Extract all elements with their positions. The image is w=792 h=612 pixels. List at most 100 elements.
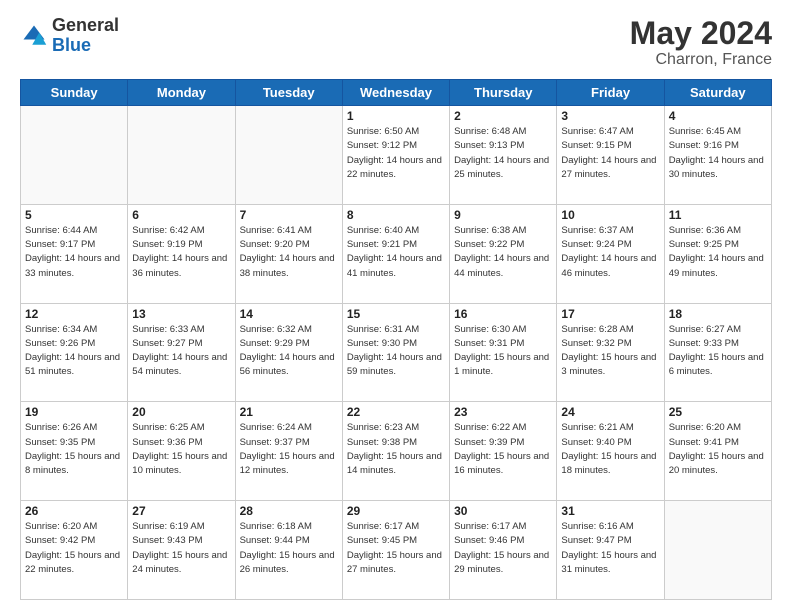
cell-w1-d5: 2 Sunrise: 6:48 AMSunset: 9:13 PMDaylight… [450, 106, 557, 205]
day-info-14: Sunrise: 6:32 AMSunset: 9:29 PMDaylight:… [240, 323, 338, 380]
cell-w2-d2: 6 Sunrise: 6:42 AMSunset: 9:19 PMDaylight… [128, 204, 235, 303]
cell-w3-d7: 18Sunrise: 6:27 AMSunset: 9:33 PMDayligh… [664, 303, 771, 402]
day-number-20: 20 [132, 405, 230, 419]
day-info-24: Sunrise: 6:21 AMSunset: 9:40 PMDaylight:… [561, 421, 659, 478]
day-number-30: 30 [454, 504, 552, 518]
cell-w4-d4: 22Sunrise: 6:23 AMSunset: 9:38 PMDayligh… [342, 402, 449, 501]
cell-w3-d1: 12 Sunrise: 6:34 AMSunset: 9:26 PMDayligh… [21, 303, 128, 402]
day-number-14: 14 [240, 307, 338, 321]
cell-w4-d7: 25 Sunrise: 6:20 AMSunset: 9:41 PMDayligh… [664, 402, 771, 501]
day-info-16: Sunrise: 6:30 AMSunset: 9:31 PMDaylight:… [454, 323, 552, 380]
week-row-1: 1 Sunrise: 6:50 AMSunset: 9:12 PMDaylight… [21, 106, 772, 205]
cell-w1-d6: 3Sunrise: 6:47 AMSunset: 9:15 PMDaylight… [557, 106, 664, 205]
logo-blue-text: Blue [52, 36, 119, 56]
week-row-4: 19 Sunrise: 6:26 AMSunset: 9:35 PMDayligh… [21, 402, 772, 501]
day-info-28: Sunrise: 6:18 AMSunset: 9:44 PMDaylight:… [240, 520, 338, 577]
day-info-11: Sunrise: 6:36 AMSunset: 9:25 PMDaylight:… [669, 224, 767, 281]
week-row-3: 12 Sunrise: 6:34 AMSunset: 9:26 PMDayligh… [21, 303, 772, 402]
cell-w2-d7: 11 Sunrise: 6:36 AMSunset: 9:25 PMDayligh… [664, 204, 771, 303]
day-number-10: 10 [561, 208, 659, 222]
day-number-25: 25 [669, 405, 767, 419]
cell-w3-d6: 17Sunrise: 6:28 AMSunset: 9:32 PMDayligh… [557, 303, 664, 402]
day-number-4: 4 [669, 109, 767, 123]
cell-w5-d3: 28 Sunrise: 6:18 AMSunset: 9:44 PMDayligh… [235, 501, 342, 600]
week-row-2: 5 Sunrise: 6:44 AMSunset: 9:17 PMDaylight… [21, 204, 772, 303]
cell-w3-d3: 14 Sunrise: 6:32 AMSunset: 9:29 PMDayligh… [235, 303, 342, 402]
cell-w4-d5: 23 Sunrise: 6:22 AMSunset: 9:39 PMDayligh… [450, 402, 557, 501]
cell-w1-d2 [128, 106, 235, 205]
day-info-6: Sunrise: 6:42 AMSunset: 9:19 PMDaylight:… [132, 224, 230, 281]
cell-w3-d2: 13 Sunrise: 6:33 AMSunset: 9:27 PMDayligh… [128, 303, 235, 402]
day-info-17: Sunrise: 6:28 AMSunset: 9:32 PMDaylight:… [561, 323, 659, 380]
day-info-4: Sunrise: 6:45 AMSunset: 9:16 PMDaylight:… [669, 125, 767, 182]
page: General Blue May 2024 Charron, France Su… [0, 0, 792, 612]
day-number-5: 5 [25, 208, 123, 222]
day-info-23: Sunrise: 6:22 AMSunset: 9:39 PMDaylight:… [454, 421, 552, 478]
cell-w4-d1: 19 Sunrise: 6:26 AMSunset: 9:35 PMDayligh… [21, 402, 128, 501]
day-number-19: 19 [25, 405, 123, 419]
day-number-12: 12 [25, 307, 123, 321]
col-thursday: Thursday [450, 80, 557, 106]
day-number-22: 22 [347, 405, 445, 419]
col-friday: Friday [557, 80, 664, 106]
day-info-20: Sunrise: 6:25 AMSunset: 9:36 PMDaylight:… [132, 421, 230, 478]
day-number-28: 28 [240, 504, 338, 518]
day-info-25: Sunrise: 6:20 AMSunset: 9:41 PMDaylight:… [669, 421, 767, 478]
day-info-7: Sunrise: 6:41 AMSunset: 9:20 PMDaylight:… [240, 224, 338, 281]
title-month: May 2024 [630, 16, 772, 51]
day-info-31: Sunrise: 6:16 AMSunset: 9:47 PMDaylight:… [561, 520, 659, 577]
day-info-1: Sunrise: 6:50 AMSunset: 9:12 PMDaylight:… [347, 125, 445, 182]
cell-w1-d3 [235, 106, 342, 205]
cell-w5-d5: 30Sunrise: 6:17 AMSunset: 9:46 PMDayligh… [450, 501, 557, 600]
day-number-31: 31 [561, 504, 659, 518]
day-number-7: 7 [240, 208, 338, 222]
cell-w2-d5: 9Sunrise: 6:38 AMSunset: 9:22 PMDaylight… [450, 204, 557, 303]
day-info-2: Sunrise: 6:48 AMSunset: 9:13 PMDaylight:… [454, 125, 552, 182]
day-number-23: 23 [454, 405, 552, 419]
day-info-15: Sunrise: 6:31 AMSunset: 9:30 PMDaylight:… [347, 323, 445, 380]
day-number-27: 27 [132, 504, 230, 518]
logo: General Blue [20, 16, 119, 56]
week-row-5: 26Sunrise: 6:20 AMSunset: 9:42 PMDayligh… [21, 501, 772, 600]
day-number-8: 8 [347, 208, 445, 222]
day-number-1: 1 [347, 109, 445, 123]
day-number-2: 2 [454, 109, 552, 123]
col-sunday: Sunday [21, 80, 128, 106]
day-number-18: 18 [669, 307, 767, 321]
cell-w5-d7 [664, 501, 771, 600]
day-info-5: Sunrise: 6:44 AMSunset: 9:17 PMDaylight:… [25, 224, 123, 281]
day-info-26: Sunrise: 6:20 AMSunset: 9:42 PMDaylight:… [25, 520, 123, 577]
title-location: Charron, France [630, 51, 772, 69]
title-block: May 2024 Charron, France [630, 16, 772, 69]
day-number-6: 6 [132, 208, 230, 222]
day-info-9: Sunrise: 6:38 AMSunset: 9:22 PMDaylight:… [454, 224, 552, 281]
day-number-16: 16 [454, 307, 552, 321]
day-number-29: 29 [347, 504, 445, 518]
day-info-27: Sunrise: 6:19 AMSunset: 9:43 PMDaylight:… [132, 520, 230, 577]
logo-general-text: General [52, 16, 119, 36]
cell-w4-d6: 24Sunrise: 6:21 AMSunset: 9:40 PMDayligh… [557, 402, 664, 501]
day-number-21: 21 [240, 405, 338, 419]
day-info-10: Sunrise: 6:37 AMSunset: 9:24 PMDaylight:… [561, 224, 659, 281]
cell-w4-d3: 21Sunrise: 6:24 AMSunset: 9:37 PMDayligh… [235, 402, 342, 501]
day-number-3: 3 [561, 109, 659, 123]
day-info-13: Sunrise: 6:33 AMSunset: 9:27 PMDaylight:… [132, 323, 230, 380]
cell-w4-d2: 20 Sunrise: 6:25 AMSunset: 9:36 PMDayligh… [128, 402, 235, 501]
cell-w5-d2: 27 Sunrise: 6:19 AMSunset: 9:43 PMDayligh… [128, 501, 235, 600]
day-number-11: 11 [669, 208, 767, 222]
cell-w2-d3: 7 Sunrise: 6:41 AMSunset: 9:20 PMDaylight… [235, 204, 342, 303]
day-info-19: Sunrise: 6:26 AMSunset: 9:35 PMDaylight:… [25, 421, 123, 478]
cell-w2-d1: 5 Sunrise: 6:44 AMSunset: 9:17 PMDaylight… [21, 204, 128, 303]
day-number-15: 15 [347, 307, 445, 321]
cell-w1-d4: 1 Sunrise: 6:50 AMSunset: 9:12 PMDaylight… [342, 106, 449, 205]
day-info-8: Sunrise: 6:40 AMSunset: 9:21 PMDaylight:… [347, 224, 445, 281]
cell-w1-d1 [21, 106, 128, 205]
cell-w2-d6: 10 Sunrise: 6:37 AMSunset: 9:24 PMDayligh… [557, 204, 664, 303]
cell-w5-d1: 26Sunrise: 6:20 AMSunset: 9:42 PMDayligh… [21, 501, 128, 600]
day-info-12: Sunrise: 6:34 AMSunset: 9:26 PMDaylight:… [25, 323, 123, 380]
cell-w5-d6: 31 Sunrise: 6:16 AMSunset: 9:47 PMDayligh… [557, 501, 664, 600]
col-tuesday: Tuesday [235, 80, 342, 106]
day-number-13: 13 [132, 307, 230, 321]
col-wednesday: Wednesday [342, 80, 449, 106]
col-saturday: Saturday [664, 80, 771, 106]
